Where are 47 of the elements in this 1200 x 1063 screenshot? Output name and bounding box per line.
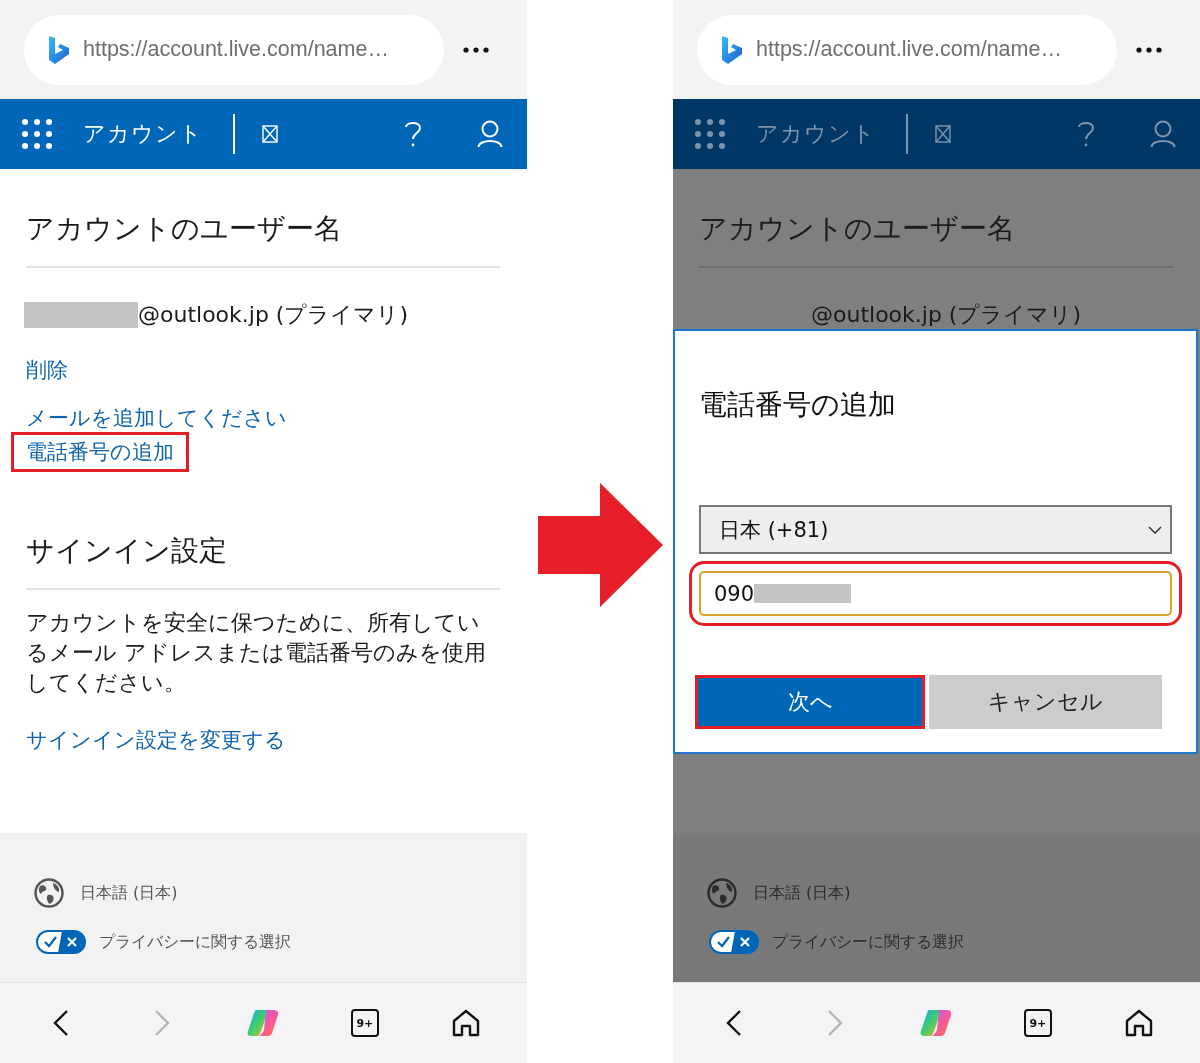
broken-image-icon — [262, 125, 278, 143]
address-bar[interactable]: https://account.live.com/name… — [697, 14, 1117, 85]
person-icon[interactable] — [477, 120, 503, 148]
home-icon[interactable] — [452, 1009, 481, 1037]
email-address: @outlook.jp (プライマリ) — [138, 301, 409, 329]
person-icon[interactable] — [1150, 120, 1176, 148]
logo-icon — [47, 34, 71, 65]
help-icon[interactable] — [404, 120, 422, 148]
tab-count-button[interactable]: 9+ — [1023, 1009, 1052, 1037]
section-title: サインイン設定 — [26, 533, 228, 569]
back-icon[interactable] — [725, 1009, 742, 1037]
text-link[interactable]: 電話番号の追加 — [14, 435, 186, 469]
privacy-link[interactable]: プライバシーに関する選択 — [772, 931, 964, 953]
cancel-button[interactable]: キャンセル — [929, 675, 1162, 729]
more-icon[interactable] — [463, 46, 489, 53]
text-link[interactable]: メールを追加してください — [14, 401, 299, 435]
help-icon[interactable] — [1077, 120, 1095, 148]
dialog-title: 電話番号の追加 — [699, 387, 897, 423]
address-bar[interactable]: https://account.live.com/name… — [24, 14, 444, 85]
grid-icon[interactable] — [695, 119, 725, 149]
privacy-link[interactable]: プライバシーに関する選択 — [99, 931, 291, 953]
next-button[interactable]: 次へ — [695, 675, 925, 729]
tab-count-button[interactable]: 9+ — [350, 1009, 379, 1037]
colorful-logo-icon[interactable] — [919, 1008, 954, 1038]
language-link[interactable]: 日本語 (日本) — [753, 882, 851, 904]
section-title: アカウントのユーザー名 — [26, 211, 343, 247]
chevron-down-icon — [1148, 525, 1162, 534]
privacy-choices-icon — [709, 930, 759, 954]
country-dropdown[interactable]: 日本 (+81) — [699, 505, 1172, 554]
logo-icon — [720, 34, 744, 65]
privacy-choices-icon — [36, 930, 86, 954]
header-title[interactable]: アカウント — [83, 119, 203, 149]
colorful-logo-icon[interactable] — [246, 1008, 281, 1038]
globe-icon — [34, 878, 64, 908]
text-link[interactable]: サインイン設定を変更する — [14, 723, 298, 757]
more-icon[interactable] — [1136, 46, 1162, 53]
language-link[interactable]: 日本語 (日本) — [80, 882, 178, 904]
description-text: アカウントを安全に保つために、所有しているメール アドレスまたは電話番号のみを使用してください。 — [26, 609, 487, 697]
home-icon[interactable] — [1125, 1009, 1154, 1037]
section-title: アカウントのユーザー名 — [699, 211, 1016, 247]
header-title[interactable]: アカウント — [756, 119, 876, 149]
grid-icon[interactable] — [22, 119, 52, 149]
broken-image-icon — [935, 125, 951, 143]
back-icon[interactable] — [52, 1009, 69, 1037]
email-address: @outlook.jp (プライマリ) — [811, 301, 1082, 329]
globe-icon — [707, 878, 737, 908]
text-link[interactable]: 削除 — [14, 353, 80, 387]
